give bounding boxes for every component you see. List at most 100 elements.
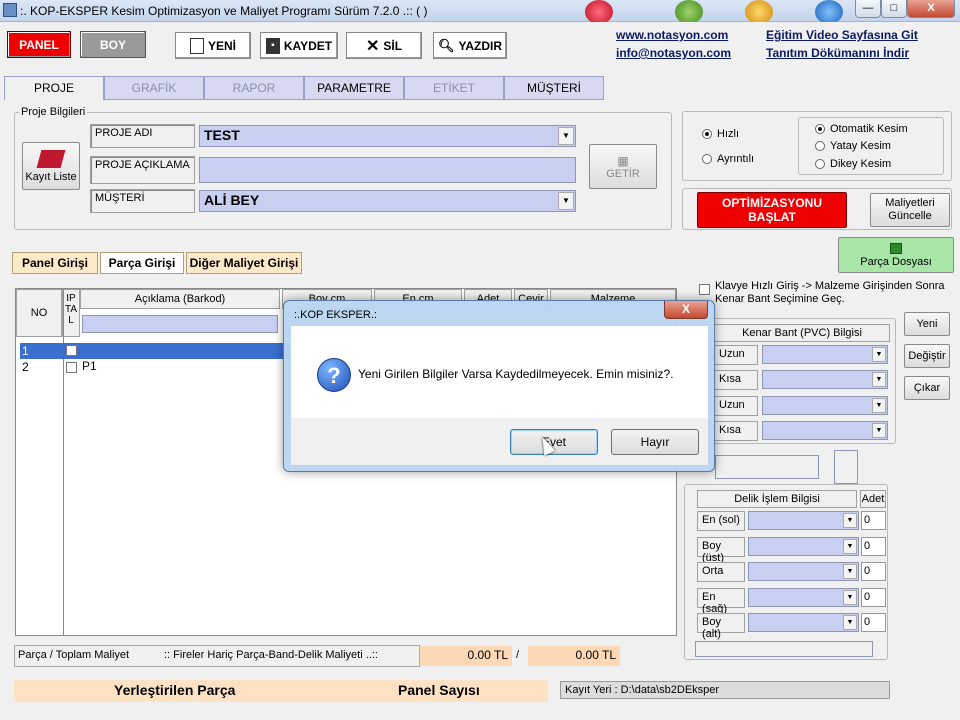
part-file-button[interactable]: Parça Dosyası xyxy=(838,237,954,273)
panel-count-label: Panel Sayısı xyxy=(398,682,480,698)
column-header-no: NO xyxy=(16,289,62,337)
hole-combo[interactable]: ▼ xyxy=(748,588,859,607)
hole-position-label: Orta xyxy=(697,562,745,582)
chevron-down-icon[interactable]: ▼ xyxy=(843,590,857,605)
chevron-down-icon[interactable]: ▼ xyxy=(872,347,886,362)
tab-grafik[interactable]: GRAFİK xyxy=(104,76,204,100)
radio-ayrintili[interactable]: Ayrıntılı xyxy=(702,153,754,165)
decoration-icon xyxy=(815,0,843,24)
tab-parametre[interactable]: PARAMETRE xyxy=(304,76,404,100)
print-button[interactable]: 🔍︎ YAZDIR xyxy=(433,32,507,59)
tab-etiket[interactable]: ETİKET xyxy=(404,76,504,100)
radio-selected-icon xyxy=(702,129,712,139)
part-total-cost-label: Parça / Toplam Maliyet xyxy=(18,649,130,661)
radio-yatay[interactable]: Yatay Kesim xyxy=(815,140,891,152)
decoration-icon xyxy=(745,0,773,24)
panel-label: PANEL xyxy=(19,37,59,52)
chevron-down-icon[interactable]: ▼ xyxy=(843,539,857,554)
maximize-button[interactable]: □ xyxy=(881,0,907,18)
hole-combo[interactable]: ▼ xyxy=(748,562,859,581)
update-costs-label: Maliyetleri Güncelle xyxy=(885,197,935,222)
row-cancel-checkbox[interactable] xyxy=(66,362,77,373)
project-description-label: PROJE AÇIKLAMA xyxy=(90,156,195,184)
project-info-label: Proje Bilgileri xyxy=(19,106,88,118)
edge-band-combo[interactable]: ▼ xyxy=(762,370,888,389)
edge-band-combo[interactable]: ▼ xyxy=(762,396,888,415)
new-button[interactable]: YENİ xyxy=(175,32,251,59)
radio-empty-icon xyxy=(815,159,825,169)
radio-dikey[interactable]: Dikey Kesim xyxy=(815,158,891,170)
delete-button[interactable]: ✕ SİL xyxy=(346,32,422,59)
chevron-down-icon[interactable]: ▼ xyxy=(843,615,857,630)
no-button[interactable]: Hayır xyxy=(611,429,699,455)
start-optimization-label: OPTİMİZASYONU BAŞLAT xyxy=(721,196,822,224)
update-costs-button[interactable]: Maliyetleri Güncelle xyxy=(870,193,950,227)
hole-position-label: En (sağ) xyxy=(697,588,745,615)
subtab-diger-maliyet[interactable]: Diğer Maliyet Girişi xyxy=(186,252,302,274)
tab-musteri[interactable]: MÜŞTERİ xyxy=(504,76,604,100)
edge-band-combo[interactable]: ▼ xyxy=(762,345,888,364)
edge-change-label: Değiştir xyxy=(908,350,946,362)
subtab-parca-girisi[interactable]: Parça Girişi xyxy=(100,252,184,274)
chevron-down-icon[interactable]: ▼ xyxy=(843,513,857,528)
hole-count-input[interactable]: 0 xyxy=(861,613,886,632)
edge-preview-box xyxy=(834,450,858,484)
edge-band-combo[interactable]: ▼ xyxy=(762,421,888,440)
print-label: YAZDIR xyxy=(458,38,503,53)
project-description-input[interactable] xyxy=(199,157,576,183)
start-optimization-button[interactable]: OPTİMİZASYONU BAŞLAT xyxy=(697,192,847,228)
fetch-button[interactable]: ▦ GETİR xyxy=(589,144,657,189)
hole-count-input[interactable]: 0 xyxy=(861,511,886,530)
table-row-selected[interactable] xyxy=(20,343,290,359)
dialog-close-button[interactable]: X xyxy=(664,301,708,319)
radio-otomatik[interactable]: Otomatik Kesim xyxy=(815,123,908,135)
chevron-down-icon[interactable]: ▼ xyxy=(872,372,886,387)
hole-count-input[interactable]: 0 xyxy=(861,562,886,581)
customer-combo[interactable]: ALİ BEY ▼ xyxy=(199,190,576,212)
project-name-combo[interactable]: TEST ▼ xyxy=(199,125,576,147)
email-link[interactable]: info@notasyon.com xyxy=(616,46,731,60)
record-list-button[interactable]: Kayıt Liste xyxy=(22,142,80,190)
edge-band-label: Uzun xyxy=(714,396,758,416)
chevron-down-icon[interactable]: ▼ xyxy=(872,423,886,438)
tab-proje[interactable]: PROJE xyxy=(4,76,104,100)
edge-remove-label: Çıkar xyxy=(913,382,941,394)
close-button[interactable]: X xyxy=(907,0,955,18)
boy-button[interactable]: BOY xyxy=(80,31,146,58)
row-cancel-checkbox[interactable] xyxy=(66,345,77,356)
tab-rapor[interactable]: RAPOR xyxy=(204,76,304,100)
chevron-down-icon[interactable]: ▼ xyxy=(843,564,857,579)
hole-combo[interactable]: ▼ xyxy=(748,537,859,556)
edge-change-button[interactable]: Değiştir xyxy=(904,344,950,368)
row-description[interactable]: P1 xyxy=(82,359,97,373)
hole-position-label: Boy (üst) xyxy=(697,537,745,564)
record-list-label: Kayıt Liste xyxy=(25,170,77,183)
document-download-link[interactable]: Tanıtım Dökümanını İndir xyxy=(766,46,909,60)
edge-remove-button[interactable]: Çıkar xyxy=(904,376,950,400)
scrap-cost-label: :: Fireler Hariç Parça-Band-Delik Maliye… xyxy=(164,649,378,661)
chevron-down-icon[interactable]: ▼ xyxy=(558,192,574,210)
subtab-panel-girisi[interactable]: Panel Girişi xyxy=(12,252,98,274)
edge-new-button[interactable]: Yeni xyxy=(904,312,950,336)
website-link[interactable]: www.notasyon.com xyxy=(616,28,728,42)
cost-separator: / xyxy=(516,649,520,661)
hole-count-input[interactable]: 0 xyxy=(861,588,886,607)
hole-combo[interactable]: ▼ xyxy=(748,511,859,530)
panel-button[interactable]: PANEL xyxy=(7,31,71,58)
description-filter-input[interactable] xyxy=(82,315,278,333)
window-title-bar: :. KOP-EKSPER Kesim Optimizasyon ve Mali… xyxy=(0,0,960,24)
hole-combo[interactable]: ▼ xyxy=(748,613,859,632)
boy-label: BOY xyxy=(99,37,126,52)
chevron-down-icon[interactable]: ▼ xyxy=(872,398,886,413)
minimize-button[interactable]: — xyxy=(855,0,881,18)
radio-ayrintili-label: Ayrıntılı xyxy=(717,153,755,165)
placed-parts-label: Yerleştirilen Parça xyxy=(114,682,236,698)
hole-position-label: Boy (alt) xyxy=(697,613,745,640)
keyboard-quick-entry-checkbox[interactable] xyxy=(699,284,710,295)
hole-count-input[interactable]: 0 xyxy=(861,537,886,556)
radio-hizli[interactable]: Hızlı xyxy=(702,128,739,140)
chevron-down-icon[interactable]: ▼ xyxy=(558,127,574,145)
video-page-link[interactable]: Eğitim Video Sayfasına Git xyxy=(766,28,918,42)
customer-label: MÜŞTERİ xyxy=(90,189,195,213)
save-button[interactable]: ▪ KAYDET xyxy=(260,32,338,59)
